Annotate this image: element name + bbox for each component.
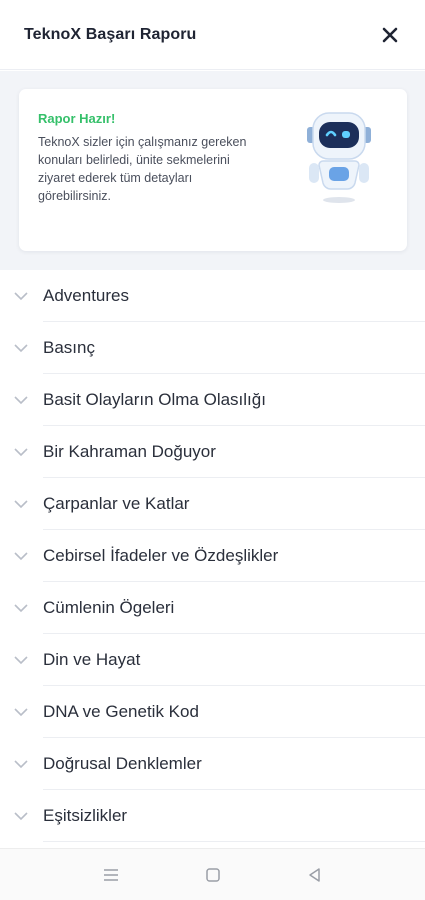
- report-description: TeknoX sizler için çalışmanız gereken ko…: [38, 135, 247, 203]
- close-icon: [382, 27, 398, 42]
- chevron-down-icon: [14, 292, 28, 301]
- topic-item[interactable]: DNA ve Genetik Kod: [0, 686, 425, 738]
- chevron-down-icon: [14, 552, 28, 561]
- robot-icon: [307, 112, 371, 203]
- chevron-down-icon: [14, 500, 28, 509]
- topic-label: Doğrusal Denklemler: [43, 754, 202, 773]
- topic-item[interactable]: Bir Kahraman Doğuyor: [0, 426, 425, 478]
- chevron-down-icon: [14, 448, 28, 457]
- chevron-down-icon: [14, 812, 28, 821]
- topic-item[interactable]: Cebirsel İfadeler ve Özdeşlikler: [0, 530, 425, 582]
- chevron-down-icon: [14, 396, 28, 405]
- topic-label: Basınç: [43, 338, 95, 357]
- home-square-icon[interactable]: [204, 866, 222, 884]
- topic-item[interactable]: Doğrusal Denklemler: [0, 738, 425, 790]
- report-banner-area: Rapor Hazır! TeknoX sizler için çalışman…: [0, 71, 425, 270]
- topic-item[interactable]: Çarpanlar ve Katlar: [0, 478, 425, 530]
- topic-label: Bir Kahraman Doğuyor: [43, 442, 216, 461]
- topic-item[interactable]: Basınç: [0, 322, 425, 374]
- back-triangle-icon[interactable]: [306, 866, 324, 884]
- header: TeknoX Başarı Raporu: [0, 0, 425, 70]
- system-nav-bar: [0, 848, 425, 900]
- topic-item[interactable]: Din ve Hayat: [0, 634, 425, 686]
- report-heading: Rapor Hazır!: [38, 111, 116, 126]
- chevron-down-icon: [14, 656, 28, 665]
- topic-item[interactable]: Cümlenin Ögeleri: [0, 582, 425, 634]
- chevron-down-icon: [14, 760, 28, 769]
- page-title: TeknoX Başarı Raporu: [24, 25, 197, 43]
- topic-label: Adventures: [43, 286, 129, 305]
- chevron-down-icon: [14, 604, 28, 613]
- chevron-down-icon: [14, 344, 28, 353]
- screen: TeknoX Başarı Raporu Rapor Hazır! TeknoX…: [0, 0, 425, 900]
- chevron-down-icon: [14, 708, 28, 717]
- report-card: Rapor Hazır! TeknoX sizler için çalışman…: [19, 89, 407, 251]
- divider: [43, 841, 425, 842]
- close-button[interactable]: [377, 22, 403, 48]
- menu-icon[interactable]: [102, 866, 120, 884]
- topic-label: Çarpanlar ve Katlar: [43, 494, 190, 513]
- topic-item[interactable]: Adventures: [0, 270, 425, 322]
- topic-label: Basit Olayların Olma Olasılığı: [43, 390, 266, 409]
- topic-label: Cebirsel İfadeler ve Özdeşlikler: [43, 546, 279, 565]
- topic-item[interactable]: Eşitsizlikler: [0, 790, 425, 842]
- topic-label: Eşitsizlikler: [43, 806, 128, 825]
- topic-label: DNA ve Genetik Kod: [43, 702, 199, 721]
- topic-label: Cümlenin Ögeleri: [43, 598, 175, 617]
- topic-item[interactable]: Basit Olayların Olma Olasılığı: [0, 374, 425, 426]
- topic-list: Adventures Basınç Basit Olayların Olma O…: [0, 270, 425, 842]
- topic-label: Din ve Hayat: [43, 650, 141, 669]
